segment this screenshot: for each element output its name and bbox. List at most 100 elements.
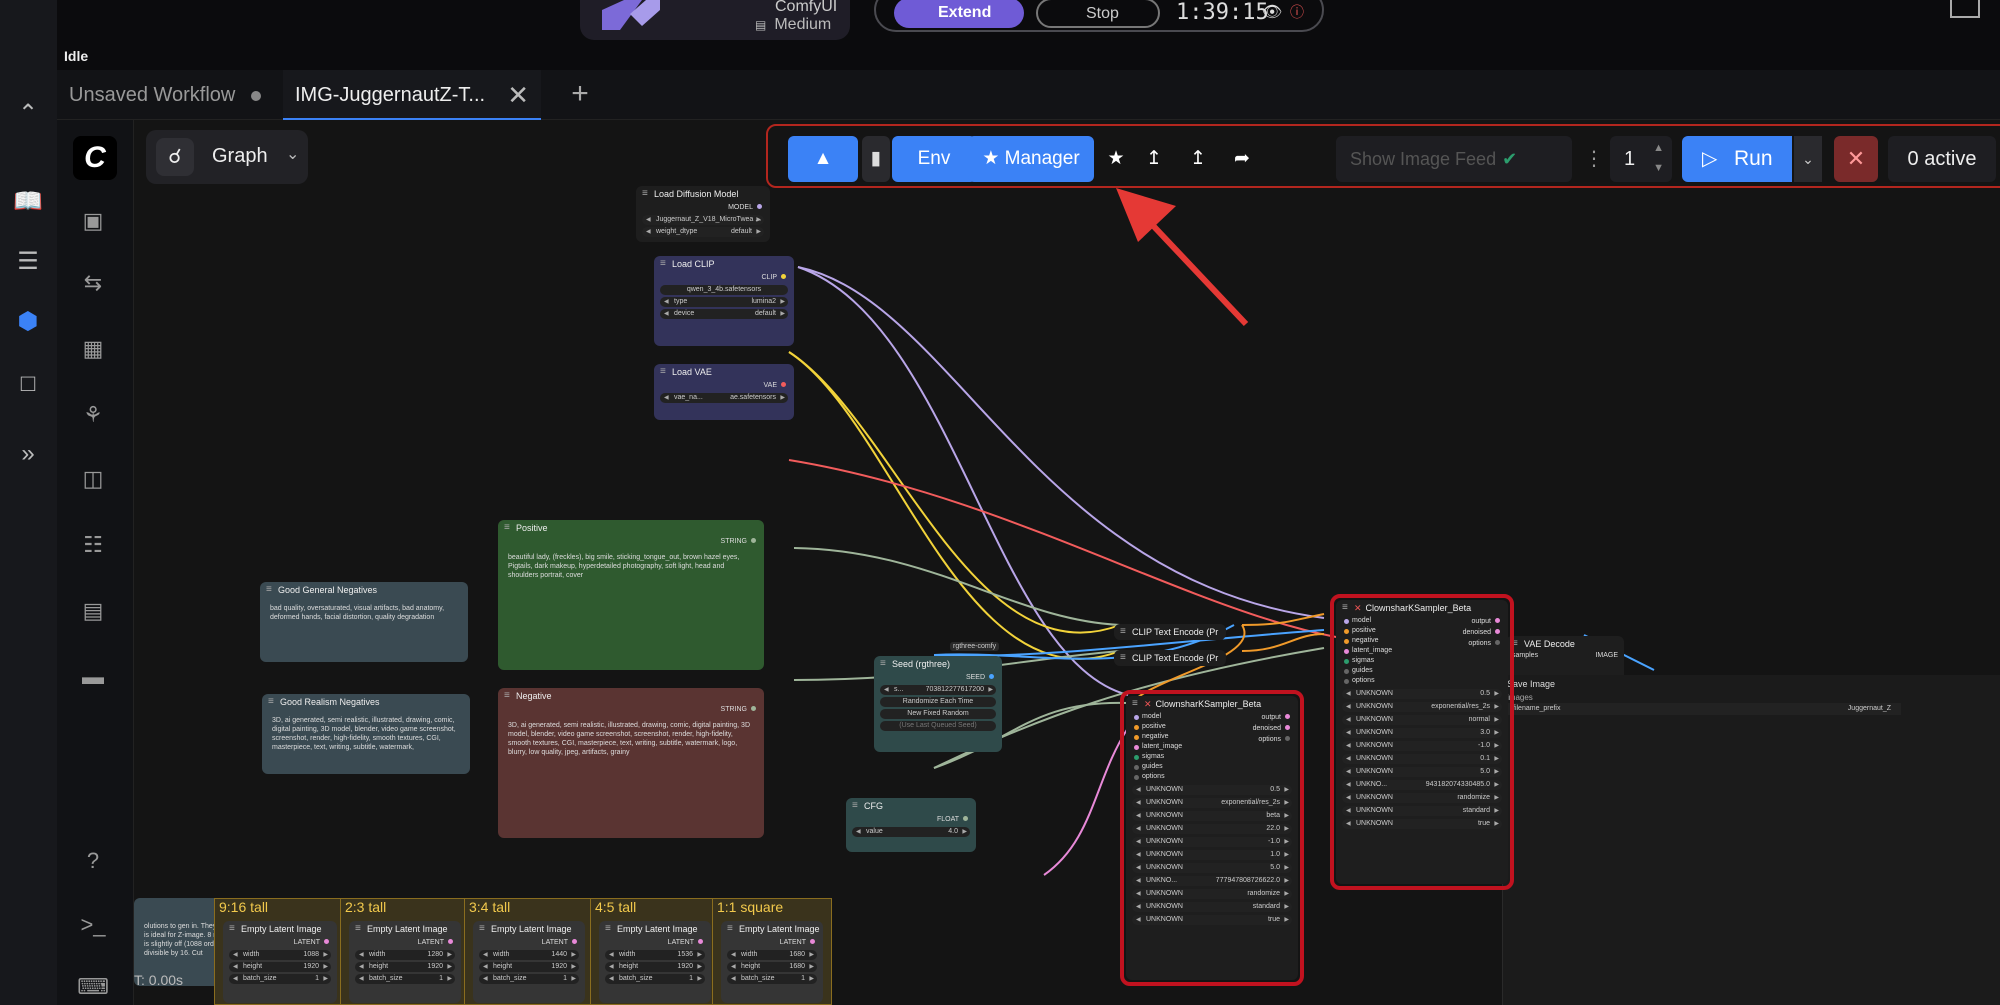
- images-icon[interactable]: ▣: [73, 204, 113, 238]
- mountain-logo-button[interactable]: ▲: [788, 136, 858, 182]
- seed-output[interactable]: SEED: [874, 672, 1002, 683]
- help-icon[interactable]: ?: [73, 844, 113, 878]
- hierarchy-icon[interactable]: ☷: [73, 528, 113, 562]
- latent-group[interactable]: 1:1 square Empty Latent ImageLATENT width 1…: [712, 898, 832, 1005]
- latent-widget[interactable]: width 1680: [727, 950, 817, 960]
- info-icon[interactable]: ⓘ: [1290, 2, 1304, 22]
- clip-name-widget[interactable]: qwen_3_4b.safetensors: [660, 285, 788, 295]
- bookmark-button[interactable]: ▮: [862, 136, 890, 182]
- stop-session-button[interactable]: Stop: [1036, 0, 1160, 28]
- vae-output[interactable]: VAE: [654, 380, 794, 391]
- load-diffusion-node[interactable]: Load Diffusion Model MODEL Juggernaut_Z_…: [636, 186, 770, 242]
- latent-widget[interactable]: height 1680: [727, 962, 817, 972]
- positive-prompt-node[interactable]: Positive STRING beautiful lady, (freckle…: [498, 520, 764, 670]
- window-icon[interactable]: [1950, 0, 1980, 18]
- latent-output[interactable]: LATENT: [349, 937, 461, 948]
- model-library-icon[interactable]: ⇆: [73, 266, 113, 300]
- tab-unsaved-workflow[interactable]: Unsaved Workflow: [57, 70, 271, 120]
- float-output[interactable]: FLOAT: [846, 814, 976, 825]
- cfg-node[interactable]: CFG FLOAT value 4.0: [846, 798, 976, 852]
- env-button[interactable]: Env: [892, 136, 976, 182]
- monitor-icon[interactable]: □: [6, 368, 50, 400]
- latent-widget[interactable]: batch_size 1: [479, 974, 579, 984]
- new-fixed-random-button[interactable]: New Fixed Random: [880, 709, 996, 719]
- latent-widget[interactable]: height 1920: [355, 962, 455, 972]
- manager-button[interactable]: ★ Manager: [968, 136, 1094, 182]
- model-output[interactable]: MODEL: [636, 202, 770, 213]
- latent-group[interactable]: 4:5 tall Empty Latent ImageLATENT width 153…: [590, 898, 720, 1005]
- latent-output[interactable]: LATENT: [599, 937, 711, 948]
- load-vae-node[interactable]: Load VAE VAE vae_na... ae.safetensors: [654, 364, 794, 420]
- collapse-up-icon[interactable]: ⌃: [6, 98, 50, 130]
- latent-output[interactable]: LATENT: [473, 937, 585, 948]
- type-widget[interactable]: type lumina2: [660, 297, 788, 307]
- keyboard-icon[interactable]: ⌨: [73, 970, 113, 1004]
- clip-output[interactable]: CLIP: [654, 272, 794, 283]
- latent-widget[interactable]: width 1280: [355, 950, 455, 960]
- close-tab-icon[interactable]: ✕: [507, 70, 529, 120]
- queue-count-stepper[interactable]: 1 ▲ ▼: [1610, 136, 1672, 182]
- weight-dtype-widget[interactable]: weight_dtype default: [642, 227, 764, 237]
- use-last-seed-button[interactable]: (Use Last Queued Seed): [880, 721, 996, 731]
- vae-name-widget[interactable]: vae_na... ae.safetensors: [660, 393, 788, 403]
- prompt-text[interactable]: 3D, ai generated, semi realistic, illust…: [508, 721, 754, 757]
- seed-node[interactable]: Seed (rgthree) SEED s...703812277617200 …: [874, 656, 1002, 752]
- samples-input[interactable]: samples: [1512, 652, 1538, 659]
- cfg-value-widget[interactable]: value 4.0: [852, 827, 970, 837]
- negative-prompt-node[interactable]: Negative STRING 3D, ai generated, semi r…: [498, 688, 764, 838]
- book-icon[interactable]: 📖: [6, 186, 50, 218]
- clip-text-encode-positive[interactable]: CLIP Text Encode (Pr: [1114, 624, 1226, 640]
- latent-widget[interactable]: batch_size 1: [727, 974, 817, 984]
- run-button[interactable]: ▷ Run: [1682, 136, 1792, 182]
- latent-widget[interactable]: width 1440: [479, 950, 579, 960]
- latent-widget[interactable]: batch_size 1: [605, 974, 705, 984]
- string-output[interactable]: STRING: [498, 704, 764, 715]
- latent-widget[interactable]: width 1088: [229, 950, 331, 960]
- randomize-button[interactable]: Randomize Each Time: [880, 697, 996, 707]
- latent-widget[interactable]: height 1920: [605, 962, 705, 972]
- model-name-widget[interactable]: Juggernaut_Z_V18_MicroTwea ...: [642, 215, 764, 225]
- good-general-negatives-note[interactable]: Good General Negatives bad quality, over…: [260, 582, 468, 662]
- decrement-icon[interactable]: ▼: [1653, 162, 1664, 174]
- database-icon[interactable]: ☰: [6, 246, 50, 278]
- load-clip-node[interactable]: Load CLIP CLIP qwen_3_4b.safetensors typ…: [654, 256, 794, 346]
- latent-widget[interactable]: height 1920: [229, 962, 331, 972]
- active-queue-count[interactable]: 0 active: [1888, 136, 1996, 182]
- latent-group[interactable]: 2:3 tall Empty Latent ImageLATENT width 128…: [340, 898, 470, 1005]
- latent-group[interactable]: 9:16 tall Empty Latent ImageLATENT width 10…: [214, 898, 346, 1005]
- graph-mode-menu[interactable]: ☌ Graph ⌄: [146, 130, 308, 184]
- device-widget[interactable]: device default: [660, 309, 788, 319]
- templates-icon[interactable]: ◫: [73, 462, 113, 496]
- latent-widget[interactable]: batch_size 1: [229, 974, 331, 984]
- extend-button[interactable]: Extend: [894, 0, 1024, 28]
- latent-widget[interactable]: height 1920: [479, 962, 579, 972]
- empty-latent-node[interactable]: Empty Latent ImageLATENT width 1088 height 1…: [223, 921, 337, 1003]
- seed-widget[interactable]: s... 703812277617200: [880, 685, 996, 695]
- latent-widget[interactable]: width 1536: [605, 950, 705, 960]
- latent-widget[interactable]: batch_size 1: [355, 974, 455, 984]
- save-image-node[interactable]: Save Image images filename_prefix Juggern…: [1502, 675, 2000, 1005]
- empty-latent-node[interactable]: Empty Latent ImageLATENT width 1680 height 1…: [721, 921, 823, 1003]
- clip-text-encode-negative[interactable]: CLIP Text Encode (Pr: [1114, 650, 1226, 666]
- latent-output[interactable]: LATENT: [223, 937, 337, 948]
- increment-icon[interactable]: ▲: [1653, 142, 1664, 154]
- tab-juggernaut[interactable]: IMG-JuggernautZ-T... ✕: [283, 70, 541, 120]
- cancel-run-button[interactable]: ✕: [1834, 136, 1878, 182]
- eye-icon[interactable]: 👁: [1262, 2, 1282, 22]
- latent-group[interactable]: 3:4 tall Empty Latent ImageLATENT width 144…: [464, 898, 594, 1005]
- string-output[interactable]: STRING: [498, 536, 764, 547]
- comfy-app-icon[interactable]: ⬢: [6, 306, 50, 338]
- latent-output[interactable]: LATENT: [721, 937, 823, 948]
- node-canvas[interactable]: ☌ Graph ⌄ ▲ ▮ Env ★ Manager ★ ↥ ↥ ➦ Show…: [134, 120, 2000, 1005]
- empty-latent-node[interactable]: Empty Latent ImageLATENT width 1280 height 1…: [349, 921, 461, 1003]
- new-tab-button[interactable]: +: [555, 70, 605, 120]
- brand-card[interactable]: ComfyUI ▤ Medium: [580, 0, 850, 40]
- gallery-icon[interactable]: ▤: [73, 594, 113, 628]
- expand-right-icon[interactable]: »: [6, 438, 50, 470]
- layout-icon[interactable]: ▬: [73, 660, 113, 694]
- show-image-feed-button[interactable]: Show Image Feed ✔: [1336, 136, 1572, 182]
- filename-prefix-widget[interactable]: filename_prefix Juggernaut_Z: [1507, 703, 1901, 715]
- comfy-c-logo[interactable]: C: [73, 136, 117, 180]
- node-library-icon[interactable]: ▦: [73, 332, 113, 366]
- prompt-text[interactable]: beautiful lady, (freckles), big smile, s…: [508, 553, 754, 580]
